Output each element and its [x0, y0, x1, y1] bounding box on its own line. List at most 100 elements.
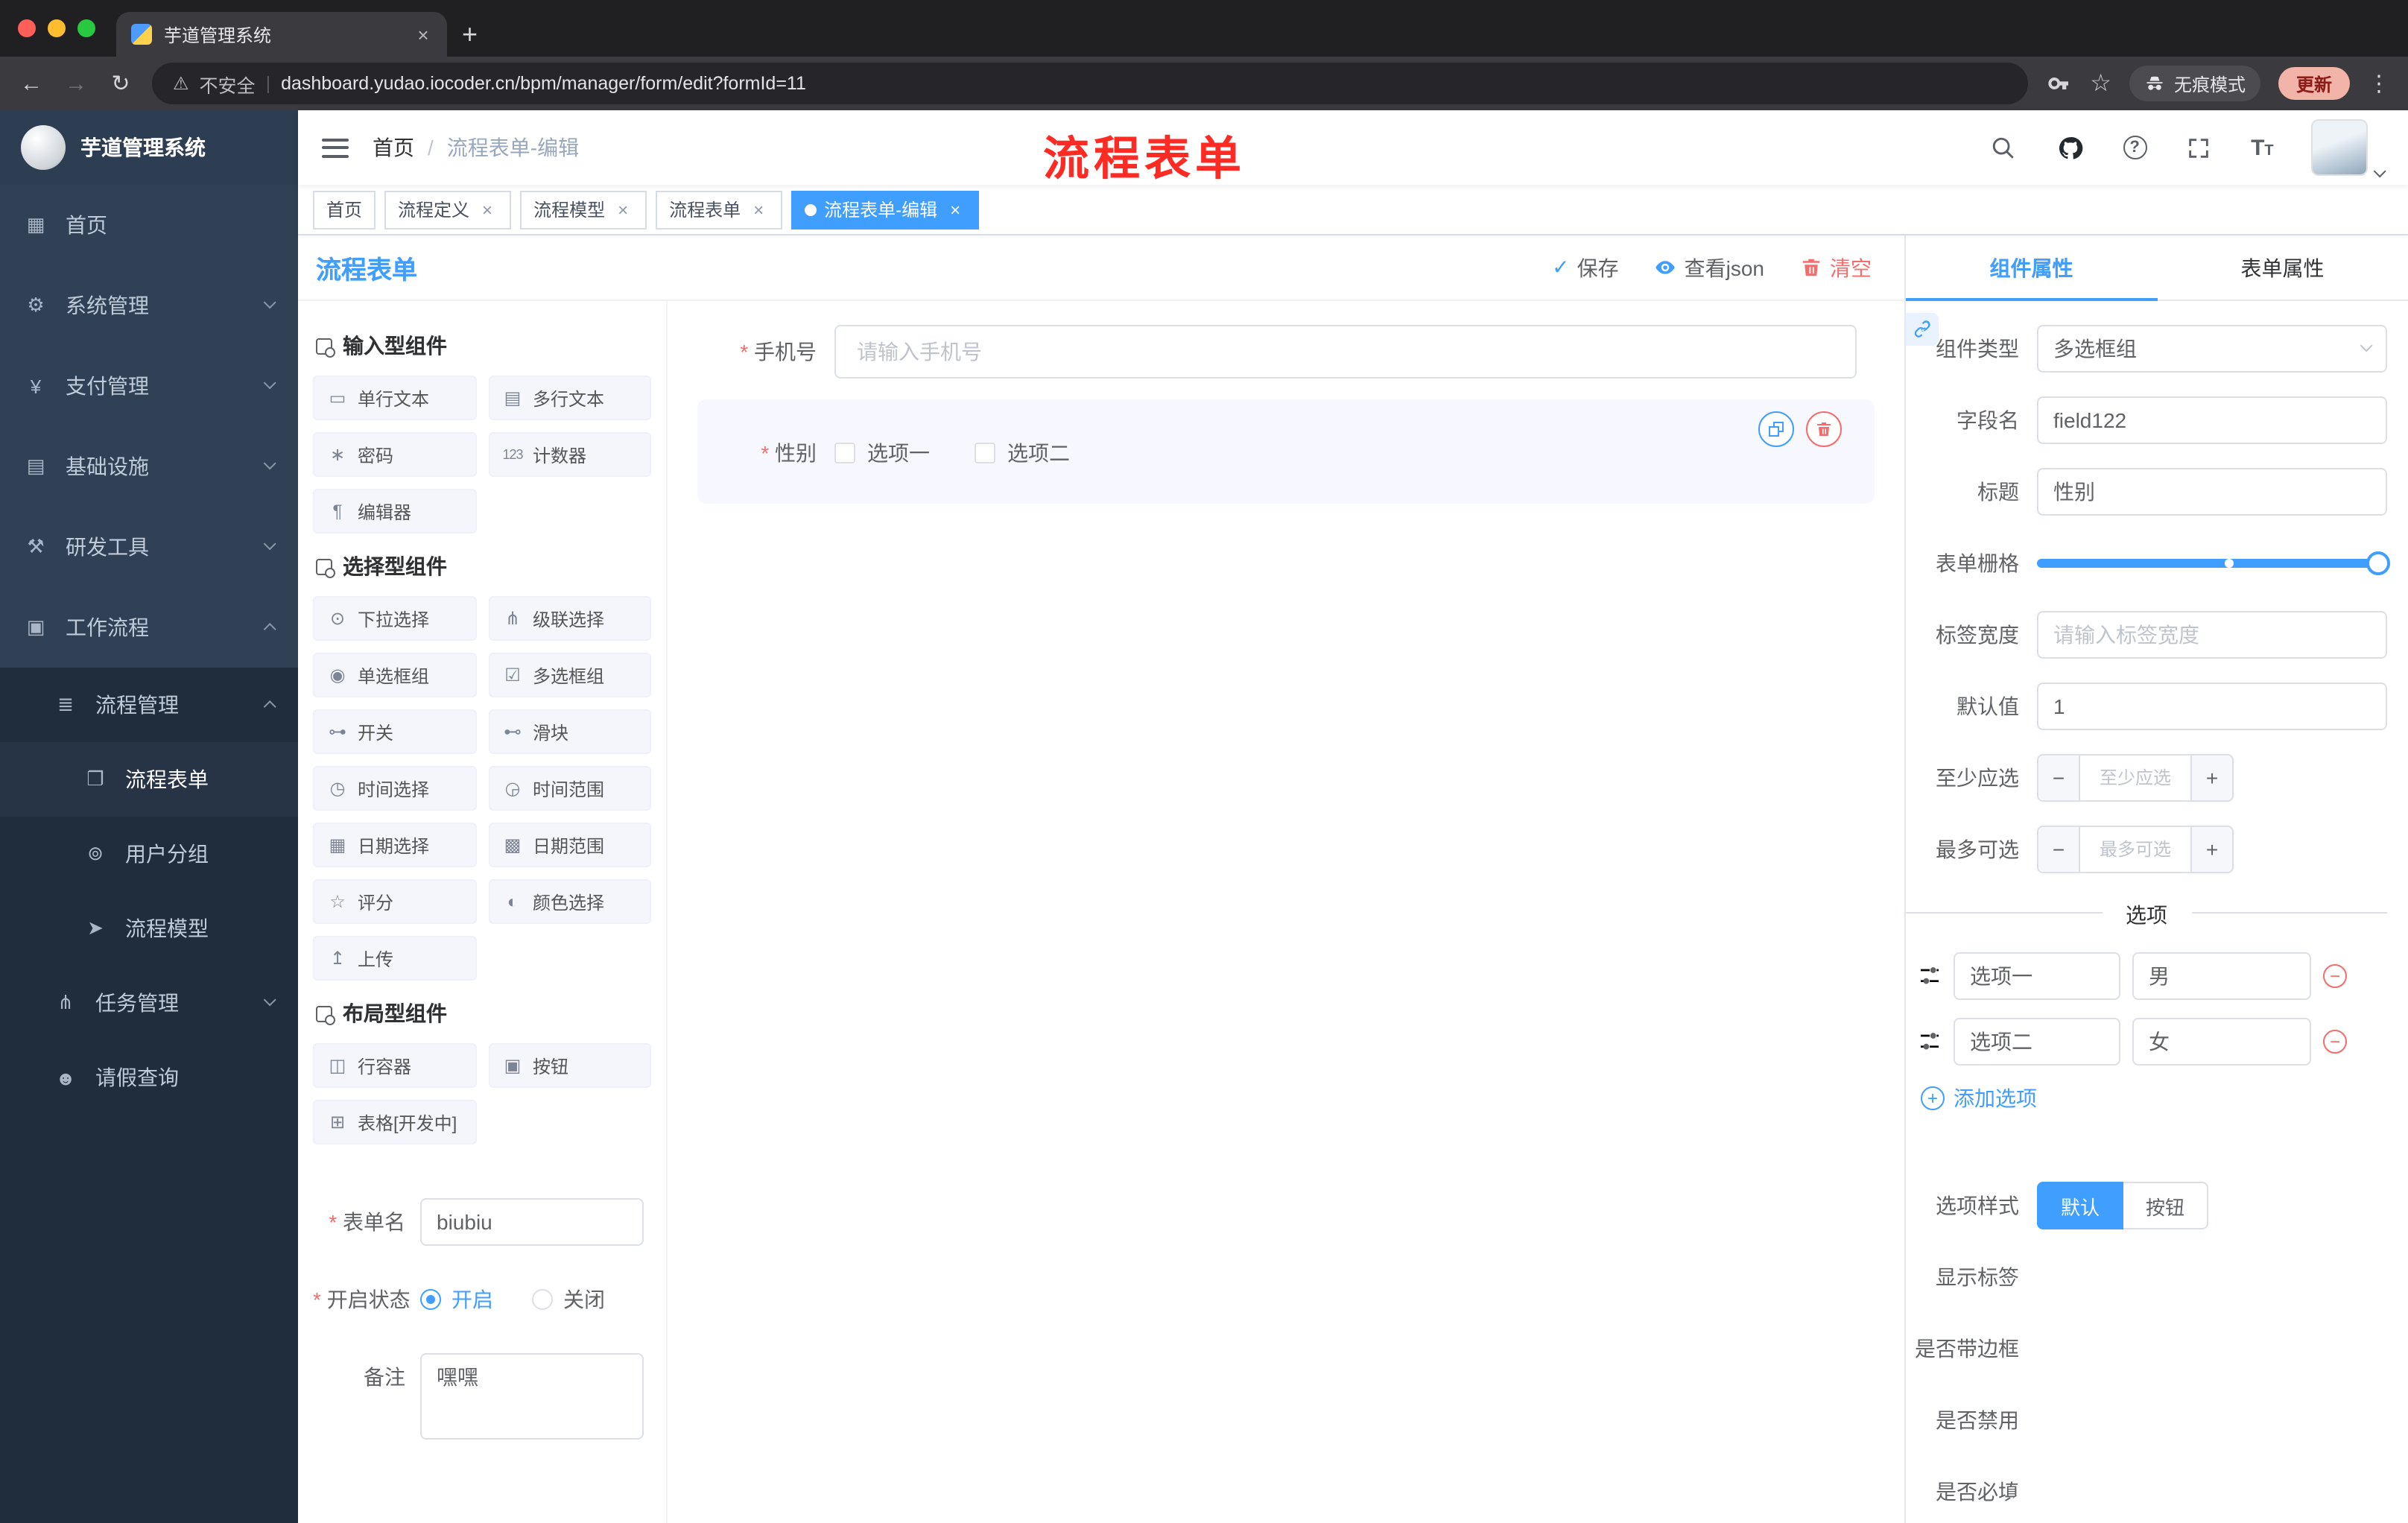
fullscreen-icon[interactable]	[2184, 133, 2214, 162]
plus-button[interactable]: +	[2190, 756, 2232, 800]
sidebar-item-process-model[interactable]: ➤ 流程模型	[0, 891, 298, 966]
github-icon[interactable]	[2056, 133, 2085, 162]
component-rate[interactable]: ☆ 评分	[313, 879, 476, 924]
label-width-input[interactable]	[2037, 611, 2387, 659]
close-icon[interactable]: ×	[945, 199, 966, 220]
field-phone[interactable]: 手机号	[697, 325, 1875, 379]
plus-button[interactable]: +	[2190, 827, 2232, 872]
option2-value-input[interactable]	[2132, 1018, 2311, 1066]
max-select-input[interactable]	[2080, 827, 2190, 872]
component-counter[interactable]: 123 计数器	[488, 432, 651, 477]
breadcrumb-home[interactable]: 首页	[373, 133, 414, 162]
component-editor[interactable]: ¶ 编辑器	[313, 489, 476, 533]
option1-label-input[interactable]	[1954, 952, 2120, 1000]
status-on-radio[interactable]: 开启	[420, 1285, 493, 1314]
option2-label-input[interactable]	[1954, 1018, 2120, 1066]
sidebar-item-user-group[interactable]: ⊚ 用户分组	[0, 817, 298, 891]
sidebar-item-leave-query[interactable]: ☻ 请假查询	[0, 1040, 298, 1115]
component-radio-group[interactable]: ◉ 单选框组	[313, 653, 476, 697]
close-icon[interactable]: ×	[748, 199, 769, 220]
minimize-window-button[interactable]	[48, 19, 66, 37]
component-time-range[interactable]: ◶ 时间范围	[488, 766, 651, 811]
close-icon[interactable]: ×	[477, 199, 498, 220]
sidebar-item-devtools[interactable]: ⚒ 研发工具	[0, 507, 298, 587]
clear-button[interactable]: 清空	[1800, 253, 1872, 282]
component-time-picker[interactable]: ◷ 时间选择	[313, 766, 476, 811]
sidebar-item-system[interactable]: ⚙ 系统管理	[0, 265, 298, 346]
tag-process-form-edit[interactable]: 流程表单-编辑 ×	[791, 190, 980, 229]
tag-process-form[interactable]: 流程表单 ×	[656, 190, 783, 229]
style-default-button[interactable]: 默认	[2037, 1182, 2124, 1229]
component-date-range[interactable]: ▩ 日期范围	[488, 823, 651, 867]
sidebar-item-payment[interactable]: ¥ 支付管理	[0, 346, 298, 426]
form-name-input[interactable]	[420, 1198, 644, 1246]
tag-process-model[interactable]: 流程模型 ×	[520, 190, 647, 229]
status-off-radio[interactable]: 关闭	[532, 1285, 605, 1314]
grid-slider[interactable]	[2037, 539, 2390, 587]
drag-handle-icon[interactable]	[1918, 964, 1942, 988]
close-icon[interactable]: ×	[612, 199, 633, 220]
component-type-select[interactable]: 多选框组	[2037, 325, 2387, 373]
reload-icon[interactable]: ↻	[107, 70, 134, 97]
browser-update-button[interactable]: 更新	[2278, 67, 2350, 100]
remark-textarea[interactable]: 嘿嘿	[420, 1353, 644, 1440]
title-input[interactable]	[2037, 468, 2387, 516]
remove-option-icon[interactable]: −	[2323, 1030, 2347, 1054]
forward-icon[interactable]: →	[63, 71, 89, 96]
tag-home[interactable]: 首页	[313, 190, 376, 229]
tab-component-props[interactable]: 组件属性	[1906, 235, 2157, 301]
close-window-button[interactable]	[18, 19, 36, 37]
remove-option-icon[interactable]: −	[2323, 964, 2347, 988]
sidebar-item-process-form[interactable]: ❐ 流程表单	[0, 742, 298, 817]
link-icon[interactable]	[1906, 313, 1939, 346]
component-button[interactable]: ▣ 按钮	[488, 1043, 651, 1088]
field-name-input[interactable]	[2037, 396, 2387, 444]
new-tab-button[interactable]: +	[447, 19, 492, 57]
search-icon[interactable]	[1989, 133, 2018, 162]
user-menu[interactable]	[2310, 119, 2386, 178]
browser-menu-icon[interactable]: ⋮	[2368, 70, 2390, 97]
component-password[interactable]: ∗ 密码	[313, 432, 476, 477]
sidebar-item-process-mgmt[interactable]: ≣ 流程管理	[0, 668, 298, 742]
sidebar-item-infra[interactable]: ▤ 基础设施	[0, 426, 298, 507]
gender-option1-checkbox[interactable]: 选项一	[834, 438, 930, 468]
minus-button[interactable]: −	[2038, 756, 2080, 800]
phone-input[interactable]	[834, 325, 1857, 379]
default-value-input[interactable]	[2037, 683, 2387, 730]
component-checkbox-group[interactable]: ☑ 多选框组	[488, 653, 651, 697]
component-slider[interactable]: ⊷ 滑块	[488, 709, 651, 754]
component-multi-text[interactable]: ▤ 多行文本	[488, 376, 651, 420]
delete-field-button[interactable]	[1806, 411, 1842, 447]
component-color-picker[interactable]: ◐ 颜色选择	[488, 879, 651, 924]
component-select[interactable]: ⊙ 下拉选择	[313, 596, 476, 641]
back-icon[interactable]: ←	[18, 71, 45, 96]
style-button-button[interactable]: 按钮	[2123, 1182, 2209, 1229]
help-icon[interactable]: ?	[2123, 136, 2147, 159]
copy-field-button[interactable]	[1758, 411, 1794, 447]
slider-handle[interactable]	[2366, 551, 2390, 575]
component-cascader[interactable]: ⋔ 级联选择	[488, 596, 651, 641]
slider-track[interactable]	[2037, 559, 2387, 568]
bookmark-star-icon[interactable]: ☆	[2090, 69, 2111, 98]
sidebar-item-task-mgmt[interactable]: ⋔ 任务管理	[0, 966, 298, 1040]
save-button[interactable]: ✓ 保存	[1552, 253, 1618, 282]
drag-handle-icon[interactable]	[1918, 1030, 1942, 1054]
field-gender-selected[interactable]: 性别 选项一 选项二	[697, 399, 1875, 504]
option1-value-input[interactable]	[2132, 952, 2311, 1000]
tag-process-definition[interactable]: 流程定义 ×	[384, 190, 512, 229]
sidebar-item-home[interactable]: ▦ 首页	[0, 185, 298, 265]
component-table[interactable]: ⊞ 表格[开发中]	[313, 1100, 476, 1144]
key-icon[interactable]	[2045, 70, 2072, 97]
font-size-icon[interactable]: TT	[2251, 135, 2274, 160]
component-upload[interactable]: ↥ 上传	[313, 936, 476, 981]
view-json-button[interactable]: 查看json	[1655, 253, 1764, 282]
minus-button[interactable]: −	[2038, 827, 2080, 872]
component-date-picker[interactable]: ▦ 日期选择	[313, 823, 476, 867]
component-single-text[interactable]: ▭ 单行文本	[313, 376, 476, 420]
component-switch[interactable]: ⊶ 开关	[313, 709, 476, 754]
address-bar[interactable]: ⚠ 不安全 | dashboard.yudao.iocoder.cn/bpm/m…	[152, 63, 2028, 104]
tab-close-icon[interactable]: ×	[411, 23, 435, 45]
tab-form-props[interactable]: 表单属性	[2157, 235, 2408, 300]
add-option-button[interactable]: + 添加选项	[1921, 1083, 2387, 1113]
min-select-input[interactable]	[2080, 756, 2190, 800]
